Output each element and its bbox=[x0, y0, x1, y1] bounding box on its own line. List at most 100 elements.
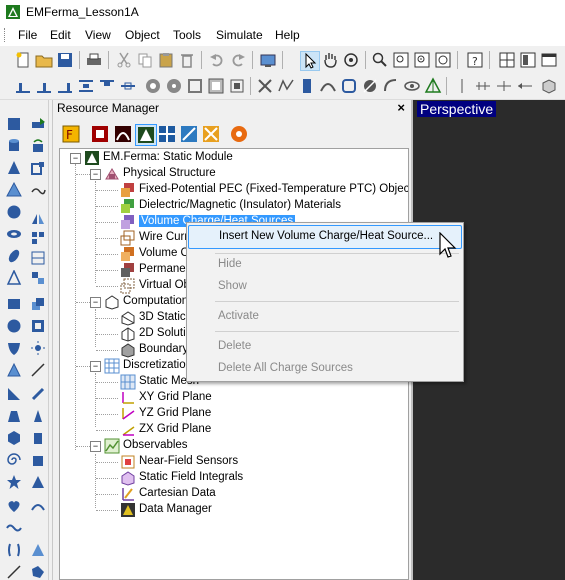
pan-hand-icon[interactable] bbox=[321, 51, 339, 69]
snap-grid-icon[interactable] bbox=[165, 77, 183, 95]
tetrahedron-icon[interactable] bbox=[6, 270, 22, 286]
grid-view-icon[interactable] bbox=[498, 51, 516, 69]
tab-terrano-icon[interactable] bbox=[179, 124, 199, 144]
line-object-icon[interactable] bbox=[30, 362, 46, 378]
menu-object[interactable]: Object bbox=[125, 28, 160, 42]
link-icon[interactable] bbox=[30, 182, 46, 198]
tab-fdtd-icon[interactable]: F bbox=[61, 124, 81, 144]
curve-icon[interactable] bbox=[30, 498, 46, 514]
cone-small-icon[interactable] bbox=[30, 408, 46, 424]
group-object-icon[interactable] bbox=[30, 270, 46, 286]
hexagon-icon[interactable] bbox=[6, 430, 22, 446]
align-left-icon[interactable] bbox=[14, 77, 32, 95]
rotate-object-icon[interactable] bbox=[30, 138, 46, 154]
cut-icon[interactable] bbox=[115, 51, 133, 69]
expander-observables[interactable]: − bbox=[90, 441, 101, 452]
bracket-icon[interactable] bbox=[6, 542, 22, 558]
align-middle-icon[interactable] bbox=[119, 77, 137, 95]
cursor-line-icon[interactable] bbox=[453, 77, 471, 95]
wave-icon[interactable] bbox=[6, 520, 22, 536]
help-pointer-icon[interactable]: ? bbox=[466, 51, 484, 69]
expander-root[interactable]: − bbox=[70, 153, 81, 164]
union-icon[interactable] bbox=[30, 318, 46, 334]
menu-item-activate[interactable]: Activate bbox=[188, 306, 460, 328]
tab-cube-icon[interactable] bbox=[229, 124, 249, 144]
zoom-in-icon[interactable] bbox=[413, 51, 431, 69]
menu-item-hide[interactable]: Hide bbox=[188, 254, 460, 276]
save-icon[interactable] bbox=[56, 51, 74, 69]
slider-icon[interactable] bbox=[474, 77, 492, 95]
crescent-icon[interactable] bbox=[30, 520, 46, 536]
heart-icon[interactable] bbox=[6, 498, 22, 514]
tab-illumina-icon[interactable] bbox=[201, 124, 221, 144]
menu-file[interactable]: File bbox=[18, 28, 37, 42]
copy-icon[interactable] bbox=[136, 51, 154, 69]
layout-icon[interactable] bbox=[519, 51, 537, 69]
cube-icon[interactable] bbox=[540, 77, 558, 95]
circle-icon[interactable] bbox=[6, 318, 22, 334]
pyramid-small-icon[interactable] bbox=[30, 474, 46, 490]
trapezoid-icon[interactable] bbox=[6, 408, 22, 424]
boolean-cut-icon[interactable] bbox=[256, 77, 274, 95]
cube-shape-icon[interactable] bbox=[6, 116, 22, 132]
line-tool-icon[interactable] bbox=[6, 564, 22, 580]
open-folder-icon[interactable] bbox=[35, 51, 53, 69]
menu-item-delete[interactable]: Delete bbox=[188, 336, 460, 358]
polyline-icon[interactable] bbox=[277, 77, 295, 95]
ruler-icon[interactable] bbox=[495, 77, 513, 95]
shield-shape-icon[interactable] bbox=[6, 340, 22, 356]
rectangle-icon[interactable] bbox=[6, 296, 22, 312]
group-icon[interactable] bbox=[207, 77, 225, 95]
align-right-icon[interactable] bbox=[56, 77, 74, 95]
menu-help[interactable]: Help bbox=[275, 28, 300, 42]
align-top-icon[interactable] bbox=[98, 77, 116, 95]
star-icon[interactable] bbox=[6, 474, 22, 490]
torus-icon[interactable] bbox=[6, 226, 22, 242]
window-icon[interactable] bbox=[540, 51, 558, 69]
rotate-icon[interactable] bbox=[342, 51, 360, 69]
zoom-window-icon[interactable] bbox=[392, 51, 410, 69]
tab-prop-icon[interactable] bbox=[90, 124, 110, 144]
align-center-icon[interactable] bbox=[35, 77, 53, 95]
tab-picasso-icon[interactable] bbox=[157, 124, 177, 144]
menu-item-show[interactable]: Show bbox=[188, 276, 460, 298]
undo-icon[interactable] bbox=[208, 51, 226, 69]
menu-tools[interactable]: Tools bbox=[173, 28, 201, 42]
cylinder-icon[interactable] bbox=[6, 138, 22, 154]
expander-physical[interactable]: − bbox=[90, 169, 101, 180]
cylinder-small-icon[interactable] bbox=[30, 430, 46, 446]
mesh-icon[interactable] bbox=[424, 77, 442, 95]
close-icon[interactable]: × bbox=[397, 100, 405, 115]
lofting-icon[interactable] bbox=[298, 77, 316, 95]
polymesh-icon[interactable] bbox=[30, 250, 46, 266]
ellipsoid-icon[interactable] bbox=[6, 248, 22, 264]
revolve-icon[interactable] bbox=[361, 77, 379, 95]
spiral-icon[interactable] bbox=[6, 452, 22, 468]
sweep-icon[interactable] bbox=[382, 77, 400, 95]
scale-icon[interactable] bbox=[30, 160, 46, 176]
menu-item-delete-all[interactable]: Delete All Charge Sources bbox=[188, 358, 460, 380]
pen-icon[interactable] bbox=[30, 386, 46, 402]
redo-icon[interactable] bbox=[229, 51, 247, 69]
explode-icon[interactable] bbox=[30, 340, 46, 356]
array-icon[interactable] bbox=[186, 77, 204, 95]
right-triangle-icon[interactable] bbox=[6, 386, 22, 402]
extrude-icon[interactable] bbox=[340, 77, 358, 95]
polygon-tool-icon[interactable] bbox=[30, 564, 46, 580]
tab-mom-icon[interactable] bbox=[113, 124, 133, 144]
move-icon[interactable] bbox=[228, 77, 246, 95]
paste-icon[interactable] bbox=[157, 51, 175, 69]
cone-icon[interactable] bbox=[6, 160, 22, 176]
menu-simulate[interactable]: Simulate bbox=[216, 28, 263, 42]
delete-icon[interactable] bbox=[178, 51, 196, 69]
screenshot-icon[interactable] bbox=[259, 51, 277, 69]
eye-view-icon[interactable] bbox=[403, 77, 421, 95]
dimension-icon[interactable] bbox=[516, 77, 534, 95]
distribute-icon[interactable] bbox=[77, 77, 95, 95]
select-arrow-icon[interactable] bbox=[300, 51, 320, 71]
sphere-icon[interactable] bbox=[6, 204, 22, 220]
move-object-icon[interactable] bbox=[30, 116, 46, 132]
zoom-icon[interactable] bbox=[371, 51, 389, 69]
mirror-icon[interactable] bbox=[30, 210, 46, 226]
triangle-icon[interactable] bbox=[6, 362, 22, 378]
